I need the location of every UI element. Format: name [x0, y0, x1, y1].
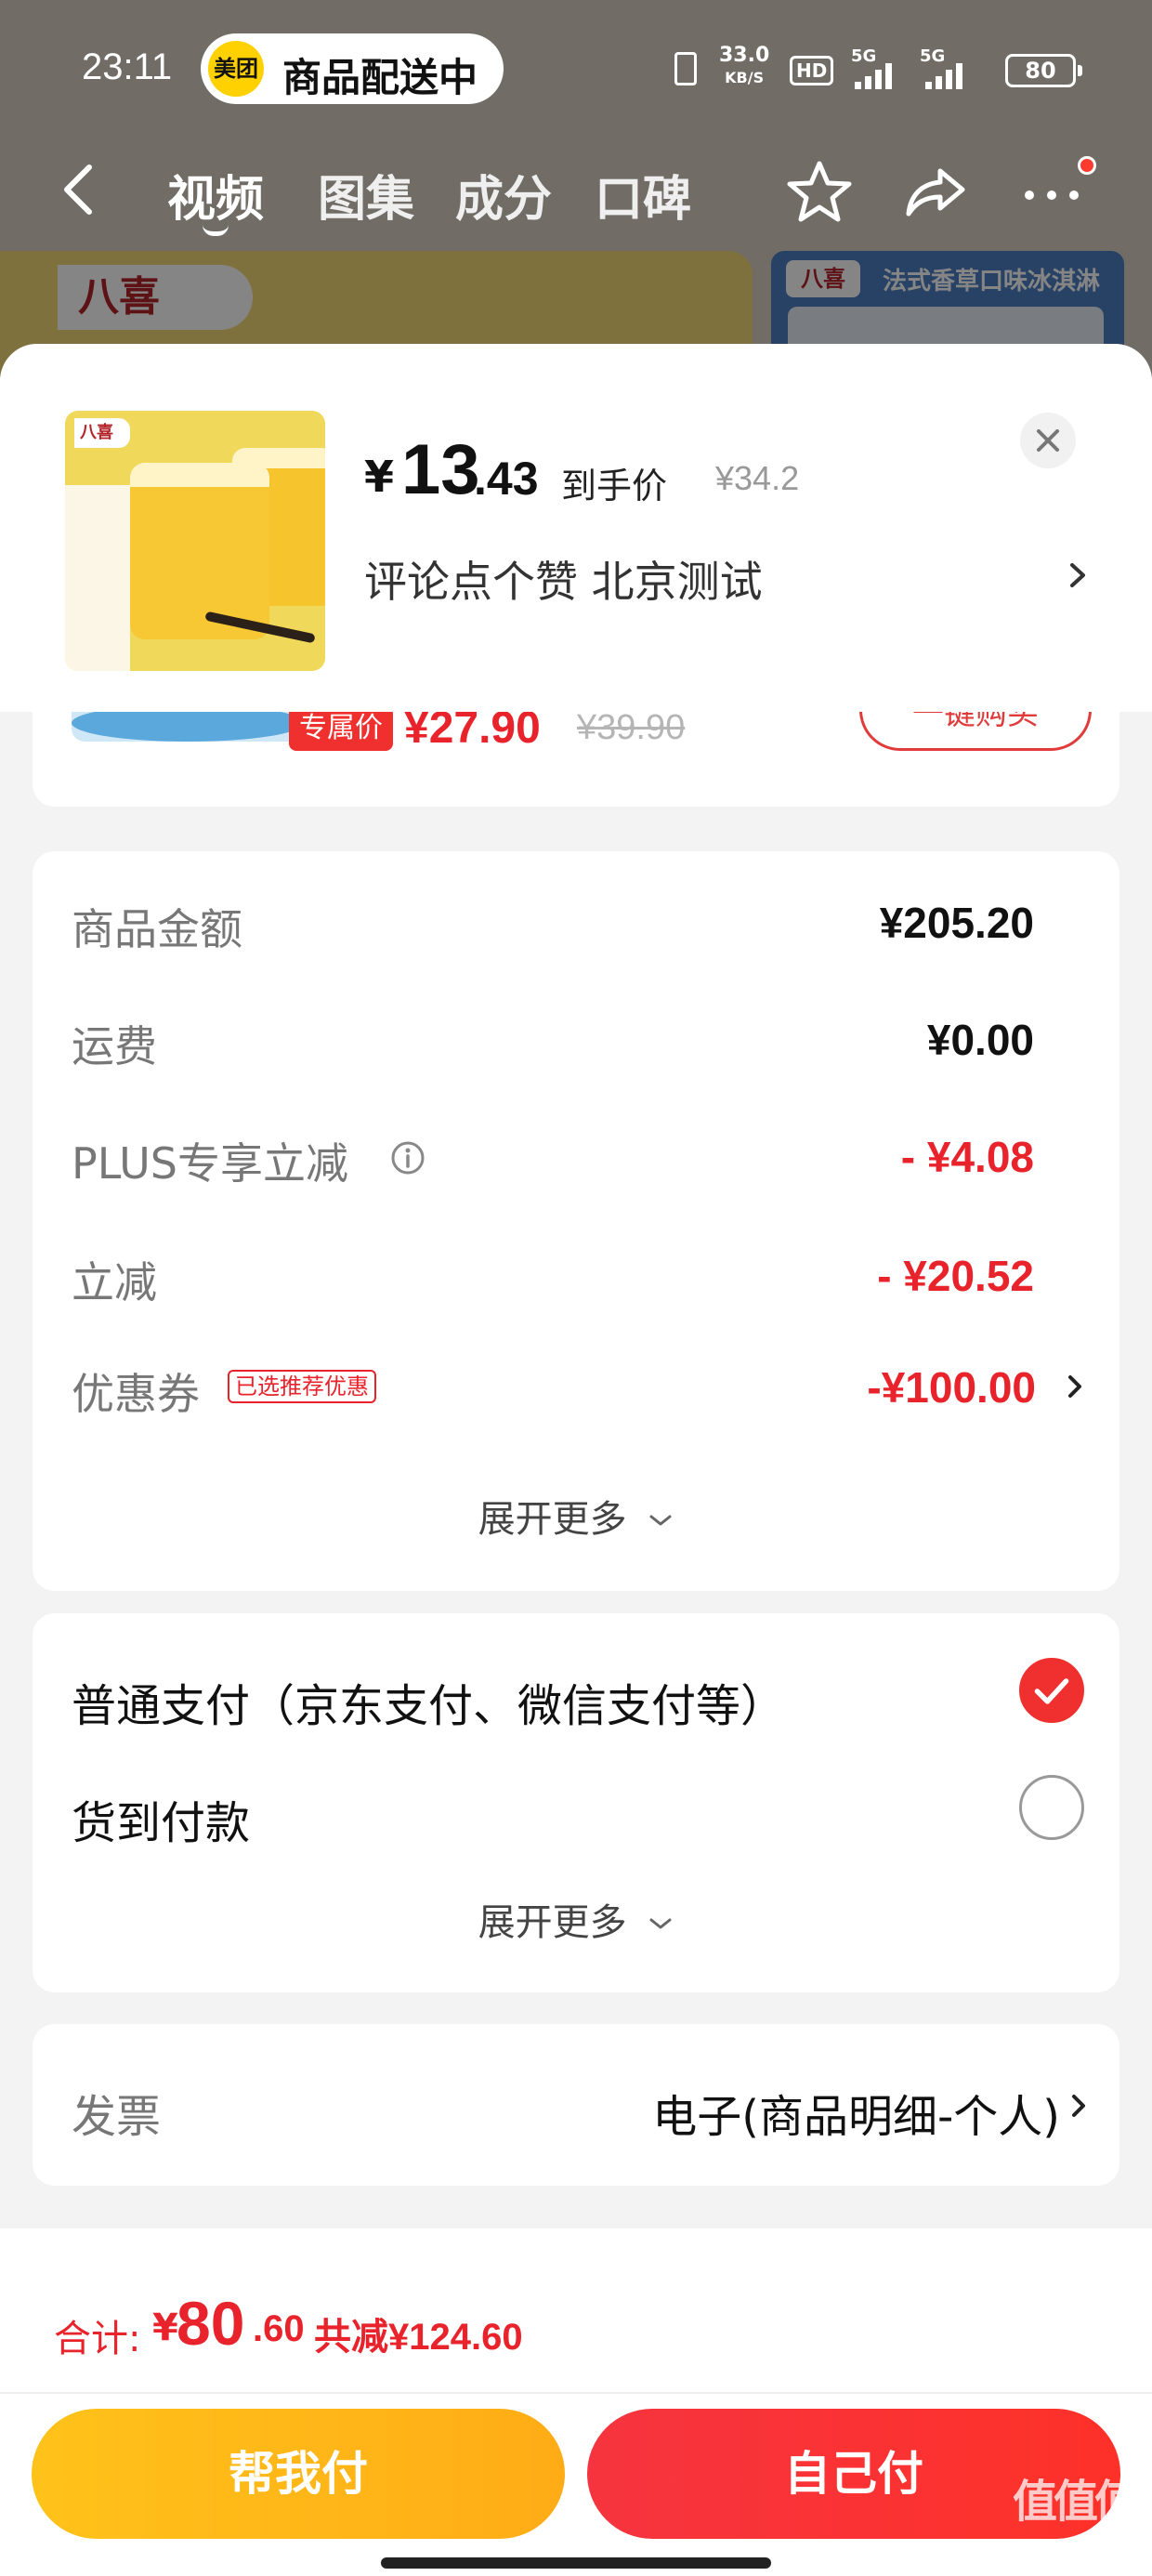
status-time: 23:11: [82, 46, 173, 87]
help-me-pay-button[interactable]: 帮我付: [32, 2409, 565, 2539]
payment-expand-more[interactable]: 展开更多: [33, 1892, 1119, 1946]
network-speed-unit: KB/S: [725, 69, 765, 86]
fee-breakdown-card: 商品金额 ¥205.20 运费 ¥0.00 PLUS专享立减 - ¥4.08 立…: [33, 851, 1119, 1591]
order-total: 合计: ¥ 80 .60 共减¥124.60: [54, 2284, 1076, 2360]
payment-method-card: 普通支付（京东支付、微信支付等） 货到付款 展开更多: [33, 1613, 1119, 1992]
delivery-status-text: 商品配送中: [282, 55, 478, 100]
status-bar: 23:11 美团 商品配送中 33.0 KB/S HD 5G 5G 80: [0, 0, 1152, 139]
radio-checked-icon[interactable]: [1019, 1658, 1084, 1723]
fee-value: ¥0.00: [926, 1016, 1034, 1064]
checkout-sheet: 八喜 ¥ 13 .43 到手价 ¥34.2 评论点个赞 北京测试 专属价 ¥27…: [0, 344, 1152, 2576]
price-decimal: .43: [474, 453, 539, 505]
price-symbol: ¥: [364, 452, 395, 502]
exclusive-price-label: 专属价: [289, 706, 393, 751]
recommended-original-price: ¥39.90: [577, 708, 686, 747]
payment-option-cod[interactable]: 货到付款: [72, 1775, 1084, 1849]
product-brand-logo: 八喜: [74, 418, 130, 448]
share-icon[interactable]: [903, 158, 970, 225]
home-indicator[interactable]: [381, 2557, 771, 2569]
chevron-right-icon: [1068, 1375, 1081, 1398]
status-icons: 33.0 KB/S HD 5G 5G 80: [669, 41, 1096, 97]
payment-option-label: 普通支付（京东支付、微信支付等）: [72, 1680, 786, 1732]
fee-value: - ¥4.08: [900, 1133, 1034, 1181]
fee-row-instant-discount: 立减 - ¥20.52: [72, 1242, 1084, 1308]
signal-icon: [925, 61, 968, 89]
checkout-bottom-bar: 合计: ¥ 80 .60 共减¥124.60 帮我付 自己付 值值值 zhizh…: [0, 2228, 1152, 2576]
expand-more-label: 展开更多: [478, 1498, 627, 1541]
back-icon[interactable]: [59, 162, 97, 217]
invoice-card[interactable]: 发票 电子(商品明细-个人): [33, 2024, 1119, 2186]
site-watermark: 值值值 zhizhizhi.com: [1013, 2464, 1143, 2576]
tab-video[interactable]: 视频: [167, 160, 264, 230]
star-icon[interactable]: [786, 158, 853, 225]
fees-expand-more[interactable]: 展开更多: [33, 1489, 1119, 1543]
chevron-right-icon: [1072, 2095, 1085, 2117]
fee-value: - ¥20.52: [877, 1252, 1034, 1300]
chevron-down-icon: [649, 1918, 672, 1929]
total-savings: 共减¥124.60: [314, 2317, 523, 2358]
network-speed-value: 33.0: [719, 44, 770, 67]
vibrate-icon: [674, 52, 697, 85]
tab-gallery[interactable]: 图集: [318, 160, 414, 230]
info-icon[interactable]: [389, 1139, 426, 1176]
final-price-label: 到手价: [561, 466, 668, 506]
payment-option-label: 货到付款: [72, 1797, 251, 1849]
ice-cream-tub: [130, 463, 269, 639]
tab-reviews[interactable]: 口碑: [595, 160, 691, 230]
price-row: ¥ 13 .43 到手价 ¥34.2: [364, 424, 1015, 509]
total-symbol: ¥: [152, 2307, 178, 2349]
product-nav-bar: 视频 图集 成分 口碑: [0, 139, 1152, 242]
fee-label: 运费: [72, 1021, 157, 1071]
spec-text: 评论点个赞 北京测试: [364, 557, 763, 607]
milk-glass: [65, 485, 130, 671]
chevron-right-icon: [1070, 563, 1085, 587]
battery-icon: 80: [1005, 54, 1082, 87]
divider: [0, 2392, 1152, 2394]
network-speed: 33.0 KB/S: [719, 45, 769, 89]
fee-value: -¥100.00: [867, 1363, 1036, 1412]
total-decimal: .60: [253, 2308, 305, 2349]
recommended-item-card: 专属价 ¥27.90 ¥39.90 一键购买: [33, 669, 1119, 807]
original-price: ¥34.2: [715, 459, 800, 497]
product-image[interactable]: 八喜: [65, 411, 325, 671]
coupon-recommended-badge: 已选推荐优惠: [228, 1370, 376, 1403]
fee-value: ¥205.20: [879, 899, 1034, 947]
more-icon[interactable]: [1018, 158, 1085, 225]
fee-label: PLUS专享立减: [72, 1138, 348, 1189]
active-tab-indicator: [203, 225, 229, 236]
delivery-status-pill[interactable]: 美团 商品配送中: [201, 33, 504, 104]
meituan-logo: 美团: [208, 41, 264, 97]
price-integer: 13: [401, 430, 480, 509]
sheet-header: 八喜 ¥ 13 .43 到手价 ¥34.2 评论点个赞 北京测试: [0, 344, 1152, 712]
fee-row-plus-discount: PLUS专享立减 - ¥4.08: [72, 1123, 1084, 1189]
notification-dot: [1078, 156, 1096, 175]
tab-ingredients[interactable]: 成分: [455, 160, 552, 230]
hd-icon: HD: [790, 56, 834, 85]
fee-row-coupon[interactable]: 优惠券 已选推荐优惠 -¥100.00: [72, 1353, 1084, 1419]
total-label: 合计:: [54, 2318, 141, 2360]
close-icon[interactable]: [1020, 413, 1076, 468]
spec-selector[interactable]: 评论点个赞 北京测试: [364, 548, 1089, 607]
expand-more-label: 展开更多: [478, 1901, 627, 1944]
signal-icon: [855, 61, 897, 89]
chevron-down-icon: [649, 1515, 672, 1526]
fee-label: 立减: [72, 1257, 157, 1308]
watermark-logo: 值值值: [1013, 2476, 1139, 2528]
invoice-label: 发票: [72, 2091, 162, 2143]
total-integer: 80: [177, 2289, 245, 2358]
fee-row-shipping: 运费 ¥0.00: [72, 1005, 1084, 1071]
fee-label: 商品金额: [72, 904, 242, 954]
invoice-value: 电子(商品明细-个人): [652, 2091, 1060, 2143]
watermark-url: zhizhizhi.com: [1018, 2554, 1132, 2573]
payment-option-normal[interactable]: 普通支付（京东支付、微信支付等）: [72, 1658, 1084, 1732]
fee-row-goods-amount: 商品金额 ¥205.20: [72, 888, 1084, 954]
fee-label: 优惠券: [72, 1369, 200, 1419]
radio-unchecked-icon[interactable]: [1019, 1775, 1084, 1840]
